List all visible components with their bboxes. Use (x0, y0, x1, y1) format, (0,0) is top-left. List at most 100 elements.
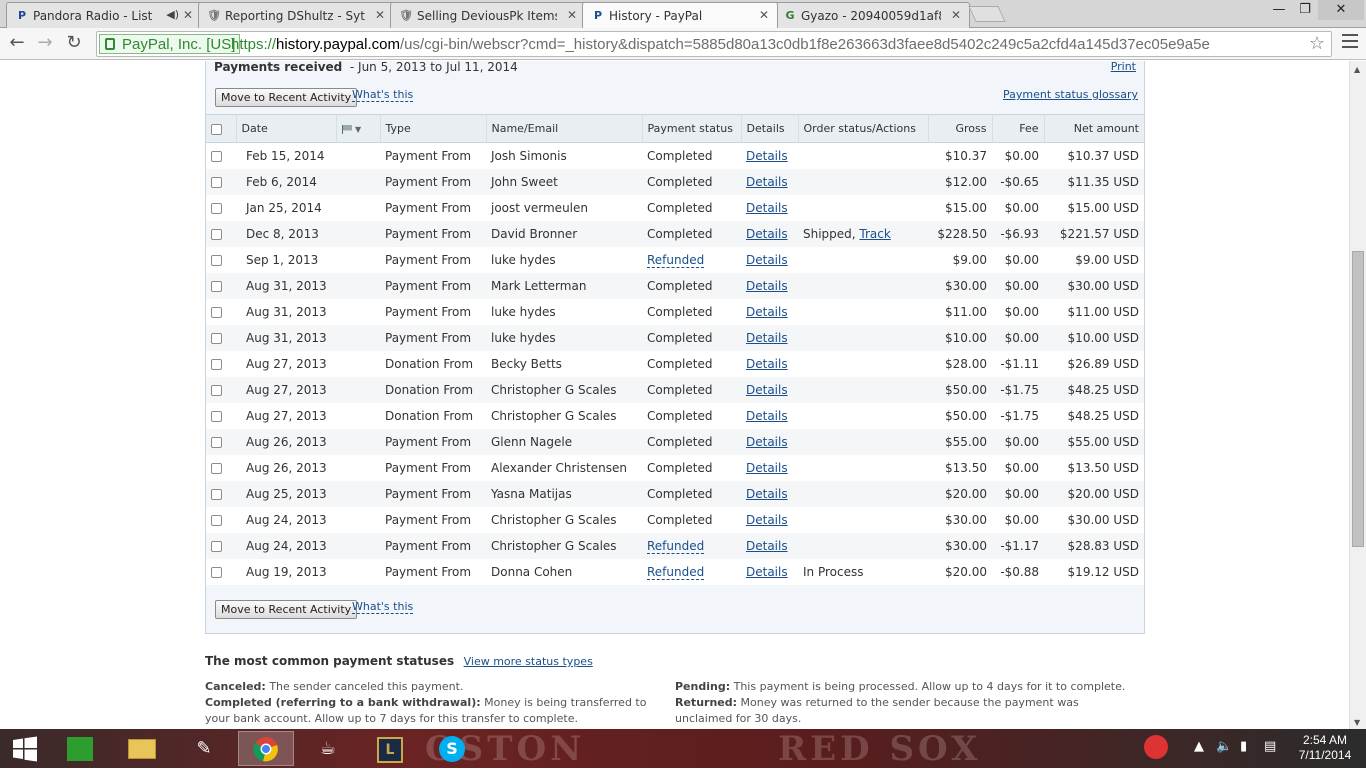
whats-this-link-bottom[interactable]: What's this (352, 600, 414, 614)
details-cell[interactable]: Details (741, 324, 798, 351)
league-of-legends-icon[interactable]: L (362, 731, 418, 766)
scroll-down-arrow-icon[interactable]: ▼ (1354, 718, 1360, 727)
details-link[interactable]: Details (746, 331, 788, 345)
minimize-icon[interactable]: — (1266, 0, 1292, 20)
payment-status[interactable]: Refunded (647, 564, 705, 580)
details-cell[interactable]: Details (741, 376, 798, 403)
details-link[interactable]: Details (746, 305, 788, 319)
tab-pandora[interactable]: P Pandora Radio - Listen ◀) ✕ (6, 2, 202, 28)
show-hidden-icons-icon[interactable]: ▲ (1194, 739, 1204, 754)
column-header-date[interactable]: Date (236, 114, 337, 143)
close-tab-icon[interactable]: ✕ (183, 8, 193, 22)
row-checkbox[interactable] (211, 436, 222, 448)
details-cell[interactable]: Details (741, 402, 798, 429)
tab-paypal-history[interactable]: P History - PayPal ✕ (582, 2, 778, 28)
whats-this-link[interactable]: What's this (352, 88, 414, 102)
details-cell[interactable]: Details (741, 194, 798, 221)
move-to-recent-activity-button[interactable]: Move to Recent Activity (215, 88, 358, 107)
details-cell[interactable]: Details (741, 246, 798, 273)
details-link[interactable]: Details (746, 175, 788, 189)
payment-status[interactable]: Refunded (647, 538, 705, 554)
track-link[interactable]: Track (859, 227, 890, 241)
details-cell[interactable]: Details (741, 220, 798, 247)
row-checkbox[interactable] (211, 384, 222, 396)
scroll-up-arrow-icon[interactable]: ▲ (1354, 65, 1360, 74)
row-checkbox[interactable] (211, 228, 222, 240)
details-cell[interactable]: Details (741, 168, 798, 195)
details-link[interactable]: Details (746, 513, 788, 527)
maximize-icon[interactable]: ❐ (1292, 0, 1318, 20)
system-clock[interactable]: 2:54 AM 7/11/2014 (1290, 733, 1360, 763)
payment-status-cell[interactable]: Refunded (642, 558, 741, 585)
tab-gyazo[interactable]: G Gyazo - 20940059d1af8b7 ✕ (774, 2, 970, 28)
row-checkbox[interactable] (211, 514, 222, 526)
row-checkbox[interactable] (211, 566, 222, 578)
row-checkbox[interactable] (211, 280, 222, 292)
print-link[interactable]: Print (1111, 61, 1136, 73)
payment-status-cell[interactable]: Refunded (642, 246, 741, 273)
close-tab-icon[interactable]: ✕ (759, 8, 769, 22)
details-cell[interactable]: Details (741, 480, 798, 507)
details-cell[interactable]: Details (741, 350, 798, 377)
column-header-type[interactable]: Type (380, 114, 487, 143)
java-icon[interactable]: ☕ (300, 731, 356, 766)
address-bar[interactable]: PayPal, Inc. [US] https://history.paypal… (96, 31, 1332, 57)
close-tab-icon[interactable]: ✕ (567, 8, 577, 22)
store-icon[interactable] (52, 731, 108, 766)
details-link[interactable]: Details (746, 435, 788, 449)
details-cell[interactable]: Details (741, 532, 798, 559)
chrome-icon[interactable] (238, 731, 294, 766)
pen-app-icon[interactable]: ✎ (176, 731, 232, 766)
column-header-net[interactable]: Net amount (1044, 114, 1144, 143)
details-cell[interactable]: Details (741, 454, 798, 481)
column-header-fee[interactable]: Fee (992, 114, 1045, 143)
row-checkbox[interactable] (211, 488, 222, 500)
view-more-status-types-link[interactable]: View more status types (464, 655, 593, 668)
details-cell[interactable]: Details (741, 506, 798, 533)
row-checkbox[interactable] (211, 254, 222, 266)
row-checkbox[interactable] (211, 462, 222, 474)
windows-start-icon[interactable] (0, 731, 50, 766)
battery-icon[interactable]: ▮ (1240, 739, 1247, 754)
speaker-icon[interactable]: ◀) (166, 8, 179, 21)
payment-status-glossary-link[interactable]: Payment status glossary (1003, 88, 1138, 101)
url-text[interactable]: https://history.paypal.com/us/cgi-bin/we… (231, 36, 1210, 53)
row-checkbox[interactable] (211, 540, 222, 552)
close-window-icon[interactable]: ✕ (1318, 0, 1364, 20)
tab-selling[interactable]: 🛡 Selling DeviousPk Items. - ✕ (390, 2, 586, 28)
menu-hamburger-icon[interactable] (1342, 34, 1358, 50)
details-link[interactable]: Details (746, 461, 788, 475)
row-checkbox[interactable] (211, 202, 222, 214)
volume-icon[interactable]: 🔈 (1216, 739, 1232, 754)
details-link[interactable]: Details (746, 227, 788, 241)
bookmark-star-icon[interactable]: ☆ (1309, 33, 1325, 54)
details-cell[interactable]: Details (741, 558, 798, 585)
details-link[interactable]: Details (746, 409, 788, 423)
column-header-flag[interactable]: ▼ (336, 114, 381, 143)
row-checkbox[interactable] (211, 410, 222, 422)
details-link[interactable]: Details (746, 565, 788, 579)
close-tab-icon[interactable]: ✕ (951, 8, 961, 22)
reload-icon[interactable]: ↻ (63, 32, 85, 53)
payment-status-cell[interactable]: Refunded (642, 532, 741, 559)
skype-icon[interactable]: S (424, 731, 480, 766)
close-tab-icon[interactable]: ✕ (375, 8, 385, 22)
details-link[interactable]: Details (746, 539, 788, 553)
details-link[interactable]: Details (746, 279, 788, 293)
details-link[interactable]: Details (746, 487, 788, 501)
file-explorer-icon[interactable] (114, 731, 170, 766)
column-header-gross[interactable]: Gross (928, 114, 993, 143)
details-cell[interactable]: Details (741, 298, 798, 325)
tab-reporting[interactable]: 🛡 Reporting DShultz - Sythe ✕ (198, 2, 394, 28)
scrollbar-thumb[interactable] (1352, 251, 1364, 547)
move-to-recent-activity-button-bottom[interactable]: Move to Recent Activity (215, 600, 358, 619)
details-cell[interactable]: Details (741, 272, 798, 299)
details-link[interactable]: Details (746, 201, 788, 215)
new-tab-button[interactable] (968, 6, 1006, 22)
vertical-scrollbar[interactable]: ▲ ▼ (1349, 61, 1366, 729)
notification-app-icon[interactable] (1144, 735, 1168, 763)
column-header-name[interactable]: Name/Email (486, 114, 643, 143)
details-cell[interactable]: Details (741, 428, 798, 455)
details-link[interactable]: Details (746, 149, 788, 163)
details-cell[interactable]: Details (741, 142, 798, 169)
